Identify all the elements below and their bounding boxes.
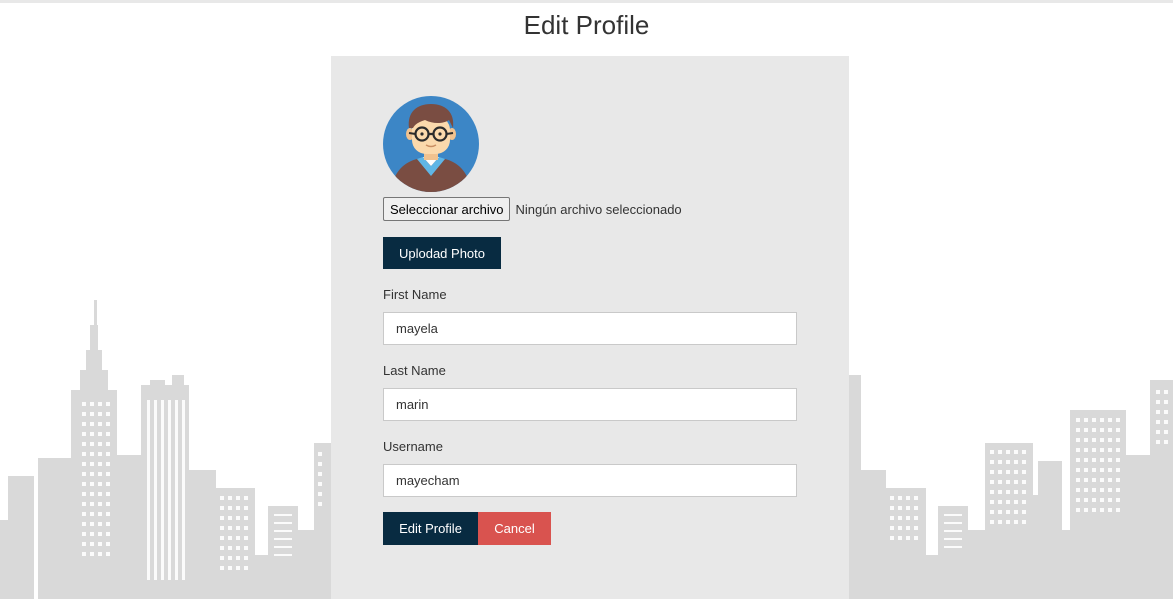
file-status-text: Ningún archivo seleccionado	[515, 201, 682, 217]
last-name-label: Last Name	[383, 363, 446, 378]
upload-photo-button[interactable]: Uplodad Photo	[383, 237, 501, 269]
cancel-button[interactable]: Cancel	[478, 512, 551, 545]
avatar	[383, 96, 479, 192]
username-input[interactable]	[383, 464, 797, 497]
last-name-input[interactable]	[383, 388, 797, 421]
edit-profile-button[interactable]: Edit Profile	[383, 512, 478, 545]
page-title: Edit Profile	[523, 10, 650, 40]
username-label: Username	[383, 439, 443, 454]
file-picker: Seleccionar archivo Ningún archivo selec…	[383, 197, 682, 221]
first-name-input[interactable]	[383, 312, 797, 345]
first-name-label: First Name	[383, 287, 447, 302]
choose-file-button[interactable]: Seleccionar archivo	[383, 197, 511, 221]
edit-profile-card: Seleccionar archivo Ningún archivo selec…	[331, 56, 849, 599]
